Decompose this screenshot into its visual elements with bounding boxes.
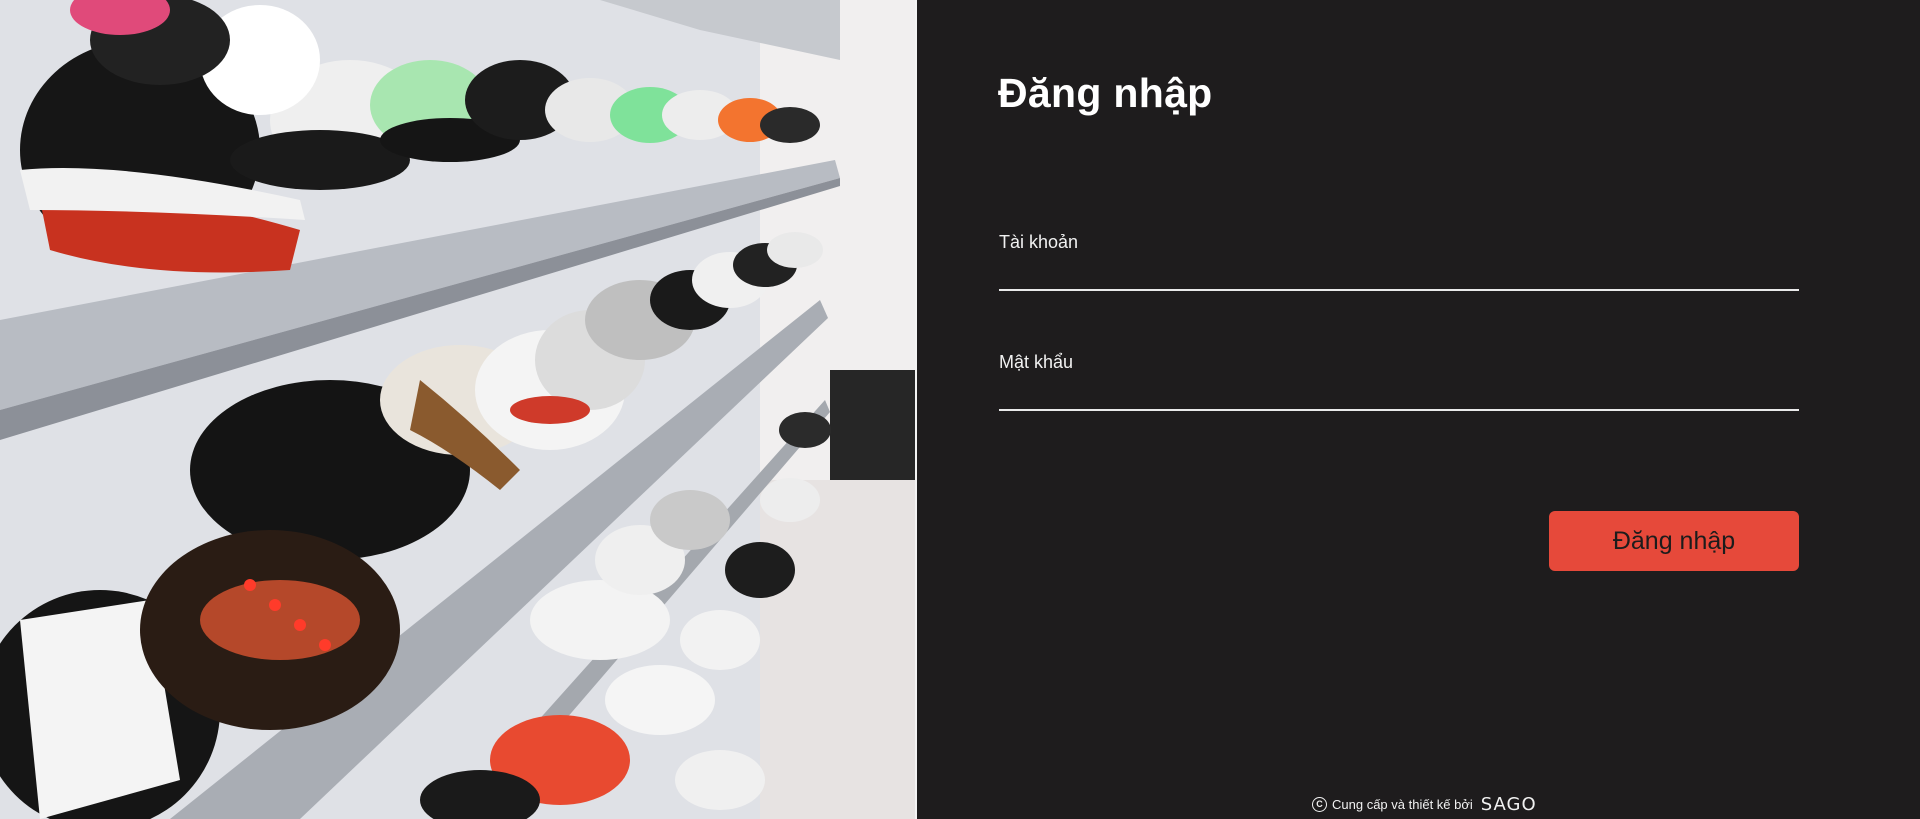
footer-text: Cung cấp và thiết kế bởi (1332, 797, 1473, 812)
copyright-icon: C (1312, 797, 1327, 812)
username-field: Tài khoản (999, 232, 1799, 291)
password-label: Mật khẩu (999, 352, 1074, 372)
footer-credit: C Cung cấp và thiết kế bởi SAGO (1312, 794, 1537, 815)
password-field: Mật khẩu (999, 352, 1799, 411)
username-input[interactable] (999, 257, 1799, 291)
brand-logo[interactable]: SAGO (1481, 794, 1537, 815)
login-panel: Đăng nhập Tài khoản Mật khẩu Đăng nhập C… (917, 0, 1920, 819)
login-page: Đăng nhập Tài khoản Mật khẩu Đăng nhập C… (0, 0, 1920, 819)
username-label: Tài khoản (999, 232, 1079, 252)
page-title: Đăng nhập (998, 70, 1213, 116)
password-input[interactable] (999, 377, 1799, 411)
login-button[interactable]: Đăng nhập (1549, 511, 1799, 571)
sneaker-shelf-photo (0, 0, 915, 819)
sneaker-shelf-illustration (0, 0, 915, 819)
